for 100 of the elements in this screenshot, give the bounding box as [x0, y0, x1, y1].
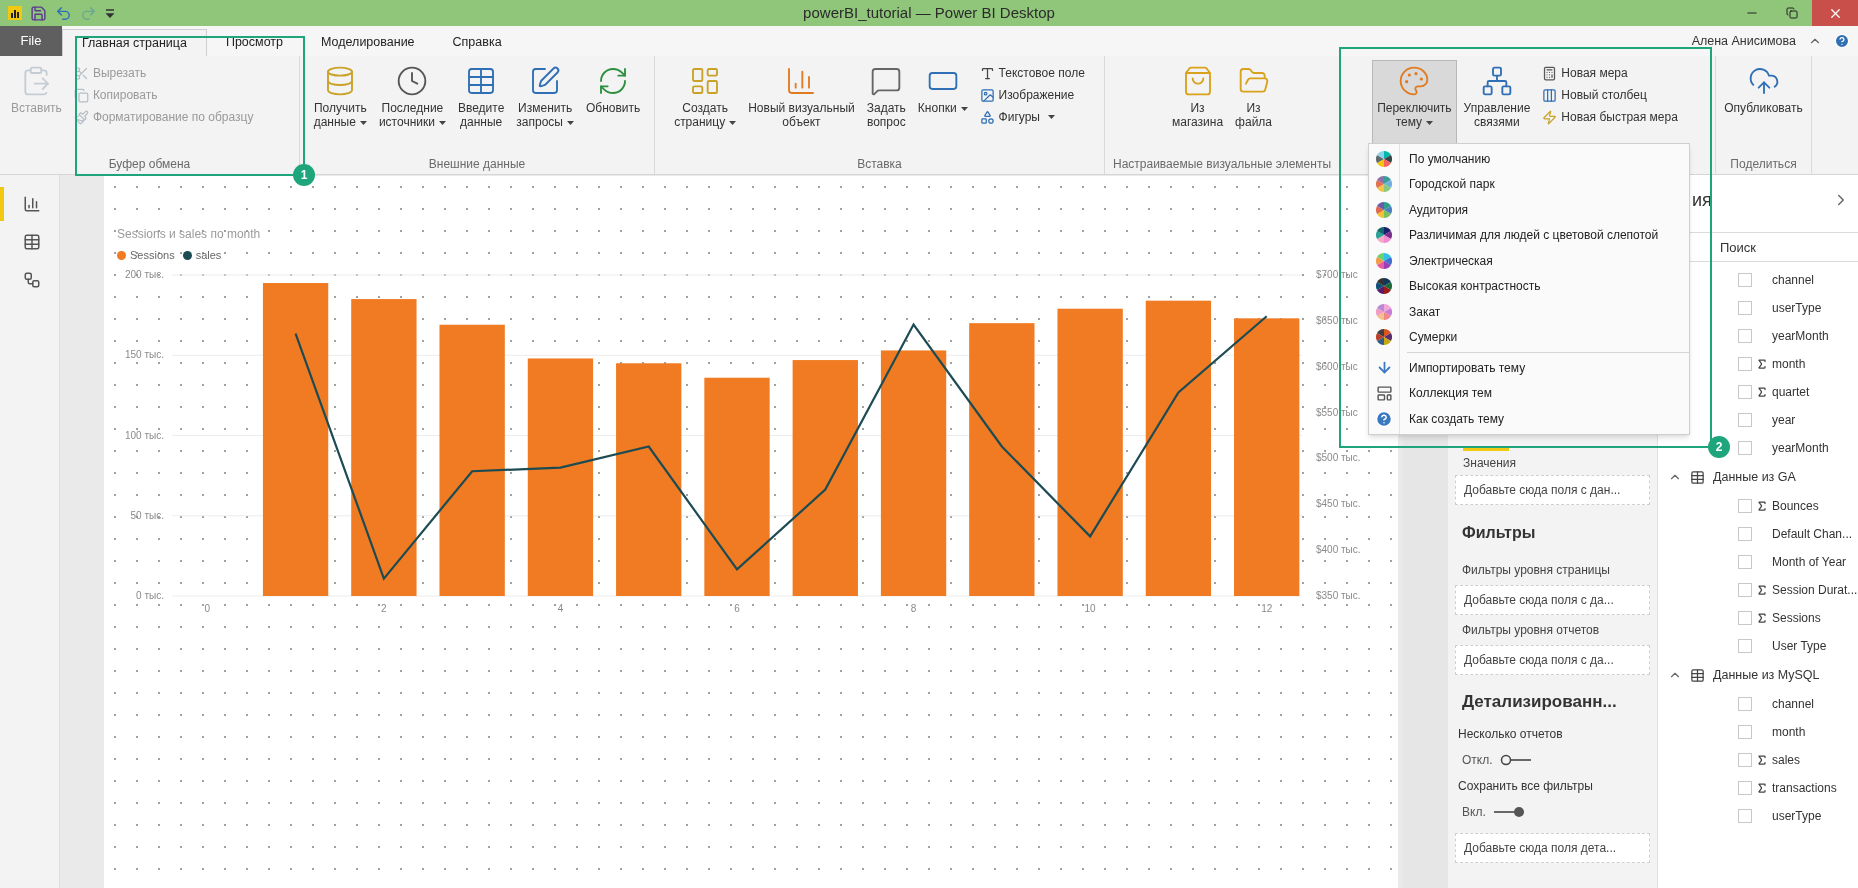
checkbox[interactable]	[1738, 499, 1752, 513]
field-name[interactable]: transactions	[1772, 779, 1837, 797]
group-label: Внешние данные	[428, 156, 526, 173]
menu-item[interactable]: Как создать тему	[1369, 406, 1689, 432]
color-pie-icon	[1375, 226, 1393, 245]
section-label: Фильтры уровня отчетов	[1461, 622, 1601, 639]
ribbon-tab[interactable]: Просмотр	[206, 29, 303, 56]
checkbox[interactable]	[1738, 357, 1752, 371]
ribbon-button[interactable]: Создать страницу	[669, 60, 742, 148]
ribbon-tab[interactable]: Моделирование	[302, 29, 434, 56]
ribbon-button[interactable]: Задать вопрос	[861, 60, 911, 148]
drop-zone[interactable]: Добавьте сюда поля с дан...	[1455, 475, 1650, 505]
field-name[interactable]: Session Durat...	[1772, 581, 1858, 599]
close-button[interactable]	[1812, 0, 1858, 26]
ribbon-button[interactable]: Последние источники	[373, 60, 451, 148]
chart-title: Sessions и sales по month	[117, 226, 261, 243]
table-name[interactable]: Данные из GA	[1713, 467, 1796, 487]
checkbox[interactable]	[1738, 697, 1752, 711]
menu-item[interactable]: Коллекция тем	[1369, 380, 1689, 406]
save-icon[interactable]	[30, 4, 47, 22]
ribbon-button[interactable]: Из магазина	[1167, 60, 1229, 148]
ribbon-button[interactable]: Опубликовать	[1719, 60, 1808, 148]
checkbox[interactable]	[1738, 639, 1752, 653]
drop-zone[interactable]: Добавьте сюда поля дета...	[1455, 832, 1650, 863]
menu-item[interactable]: Высокая контрастность	[1369, 273, 1689, 299]
field-name[interactable]: User Type	[1772, 637, 1827, 655]
toggle-switch[interactable]	[1498, 753, 1533, 766]
checkbox[interactable]	[1738, 329, 1752, 343]
ribbon-button[interactable]: Получить данные	[308, 60, 372, 148]
field-name[interactable]: quartet	[1772, 383, 1810, 401]
field-name[interactable]: Sessions	[1772, 609, 1821, 627]
checkbox[interactable]	[1738, 611, 1752, 625]
checkbox[interactable]	[1738, 527, 1752, 541]
file-tab[interactable]: File	[0, 26, 62, 56]
axis-tick-label: 200 тыс.	[125, 269, 164, 280]
field-name[interactable]: userType	[1772, 299, 1822, 317]
toggle-switch[interactable]	[1491, 805, 1526, 818]
checkbox[interactable]	[1738, 725, 1752, 739]
ribbon-button[interactable]: Текстовое поле	[974, 62, 1090, 84]
ribbon-button[interactable]: Новый визуальный объект	[743, 60, 860, 148]
checkbox[interactable]	[1738, 273, 1752, 287]
model-view-icon	[22, 271, 41, 289]
ribbon-button[interactable]: Фигуры	[974, 106, 1090, 128]
section-label: Значения	[1462, 455, 1518, 472]
checkbox[interactable]	[1738, 809, 1752, 823]
ribbon-button[interactable]: Из файла	[1230, 60, 1277, 148]
ribbon-button[interactable]: Кнопки	[912, 60, 973, 148]
field-name[interactable]: channel	[1772, 695, 1815, 713]
checkbox[interactable]	[1738, 753, 1752, 767]
ribbon-tab[interactable]: Справка	[433, 29, 521, 56]
ribbon-button[interactable]: Новая быстрая мера	[1537, 106, 1683, 128]
field-name[interactable]: userType	[1772, 807, 1822, 825]
field-name[interactable]: month	[1772, 355, 1806, 373]
gallery-icon	[1375, 384, 1393, 402]
field-name[interactable]: channel	[1772, 271, 1815, 289]
menu-item[interactable]: Сумерки	[1369, 324, 1689, 350]
axis-tick-label: 0 тыс.	[136, 590, 164, 601]
menu-item[interactable]: По умолчанию	[1369, 146, 1689, 172]
field-name[interactable]: month	[1772, 723, 1806, 741]
ribbon-button[interactable]: Введите данные	[452, 60, 510, 148]
field-name[interactable]: yearMonth	[1772, 327, 1829, 345]
menu-item[interactable]: Закат	[1369, 299, 1689, 325]
ribbon-button[interactable]: Новая мера	[1537, 62, 1683, 84]
ribbon-tab[interactable]: Главная страница	[62, 29, 207, 56]
ribbon-button[interactable]: Изменить запросы	[511, 60, 579, 148]
customize-toolbar-icon[interactable]	[105, 7, 115, 19]
checkbox[interactable]	[1738, 555, 1752, 569]
table-name[interactable]: Данные из MySQL	[1713, 665, 1820, 685]
color-pie-icon	[1375, 175, 1393, 194]
checkbox[interactable]	[1738, 385, 1752, 399]
data-view-icon	[22, 233, 41, 251]
ribbon-button[interactable]: Управление связями	[1458, 60, 1536, 148]
ribbon-button[interactable]: Изображение	[974, 84, 1090, 106]
field-name[interactable]: sales	[1772, 751, 1800, 769]
user-name[interactable]: Алена Анисимова	[1691, 31, 1796, 51]
axis-tick-label: 4	[557, 603, 564, 614]
checkbox[interactable]	[1738, 781, 1752, 795]
shapes-icon	[979, 109, 995, 125]
active-underline	[1463, 447, 1509, 451]
axis-tick-label: 10	[1084, 603, 1096, 614]
drop-zone[interactable]: Добавьте сюда поля с да...	[1455, 585, 1650, 615]
field-name[interactable]: Bounces	[1772, 497, 1819, 515]
drop-zone[interactable]: Добавьте сюда поля с да...	[1455, 645, 1650, 675]
ribbon-button[interactable]: Обновить	[581, 60, 646, 148]
axis-tick-label: 50 тыс.	[130, 509, 164, 521]
menu-item[interactable]: Аудитория	[1369, 197, 1689, 223]
field-name[interactable]: Month of Year	[1772, 553, 1847, 571]
checkbox[interactable]	[1738, 413, 1752, 427]
menu-item[interactable]: Импортировать тему	[1369, 355, 1689, 381]
field-name[interactable]: year	[1772, 411, 1796, 429]
help-icon[interactable]	[1834, 33, 1850, 49]
field-name[interactable]: yearMonth	[1772, 439, 1829, 457]
undo-icon[interactable]	[55, 4, 72, 22]
group-label: Настраиваемые визуальные элементы	[1112, 156, 1332, 173]
checkbox[interactable]	[1738, 301, 1752, 315]
ribbon-button[interactable]: Новый столбец	[1537, 84, 1683, 106]
checkbox[interactable]	[1738, 583, 1752, 597]
field-name[interactable]: Default Chan...	[1772, 525, 1853, 543]
menu-item[interactable]: Городской парк	[1369, 171, 1689, 197]
checkbox[interactable]	[1738, 441, 1752, 455]
